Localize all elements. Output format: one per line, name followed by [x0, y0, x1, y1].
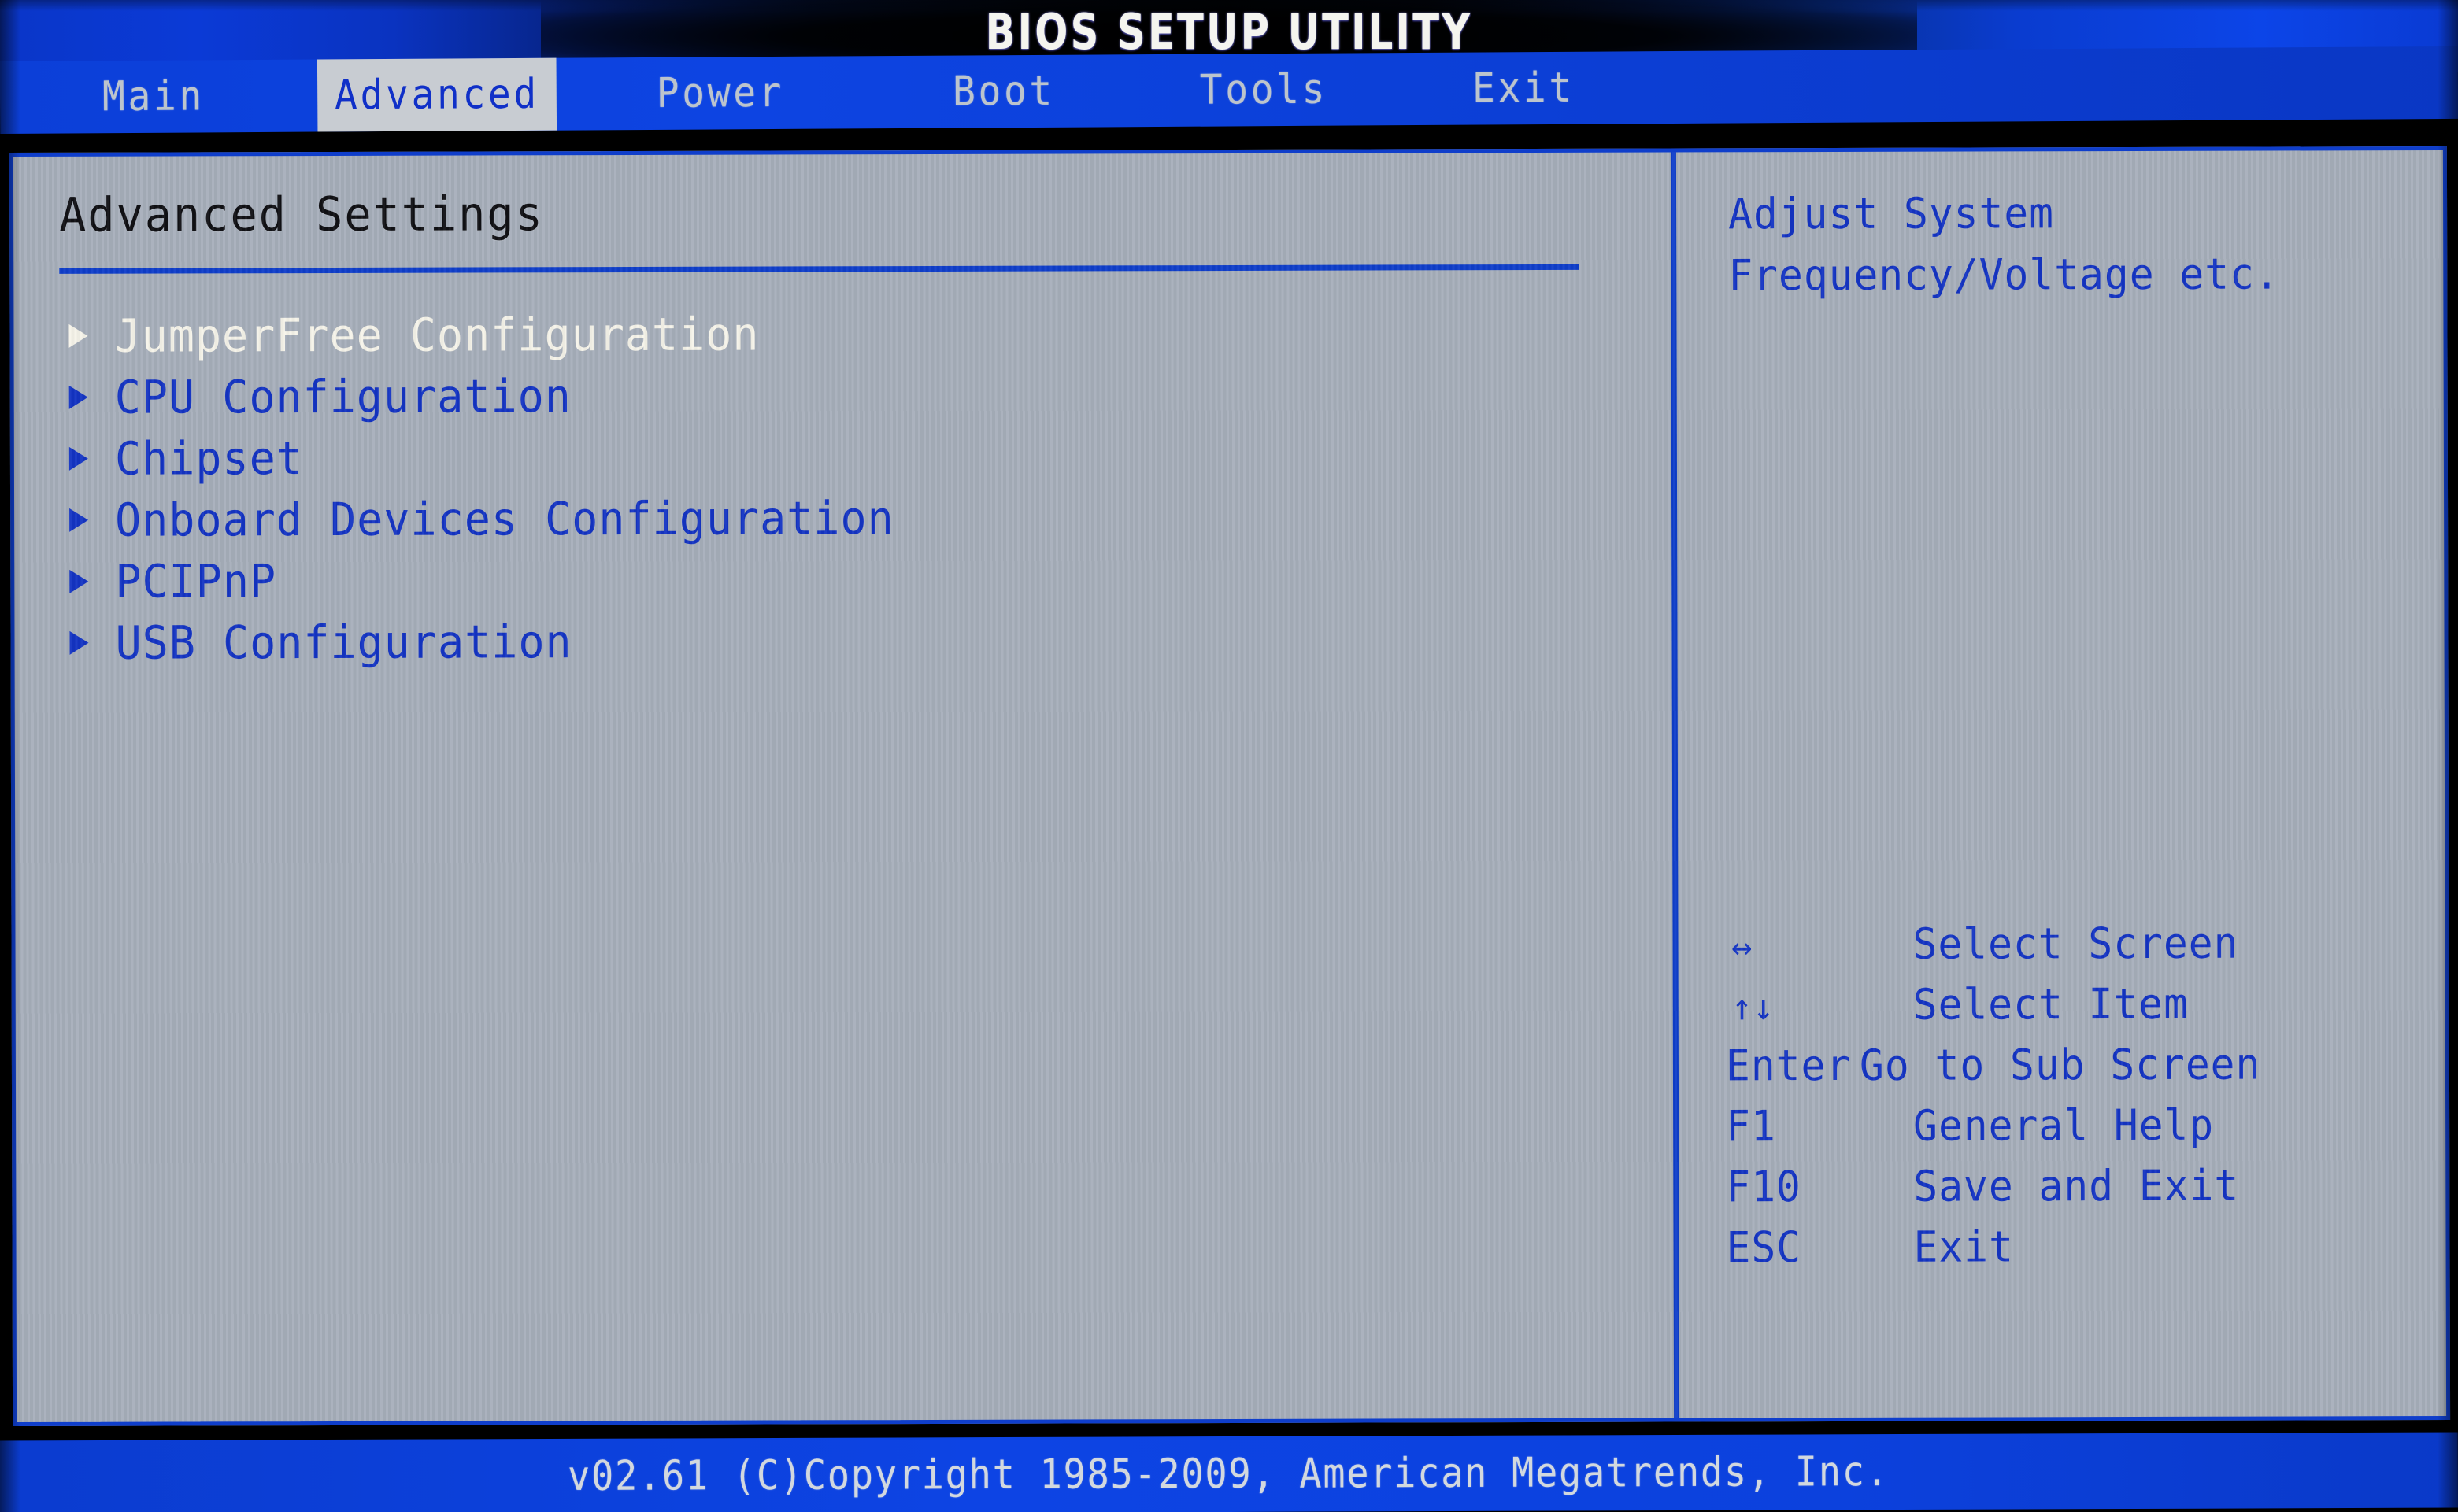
settings-column: Advanced Settings JumperFree Configurati… [13, 153, 1674, 1423]
tab-boot[interactable]: Boot [884, 54, 1123, 128]
key-legend-label: Select Item [1912, 978, 2190, 1030]
key-legend-row-select-screen: ↔ Select Screen [1725, 918, 2449, 980]
left-right-arrow-icon: ↔ [1731, 925, 1753, 968]
menu-item-usb-configuration[interactable]: USB Configuration [60, 608, 1671, 674]
key-legend-label: Save and Exit [1913, 1160, 2240, 1211]
menu-item-label: CPU Configuration [114, 369, 572, 424]
key-legend: ↔ Select Screen ↑↓ Select Item Enter Go … [1725, 918, 2450, 1283]
key-legend-label: Select Screen [1912, 918, 2239, 969]
content-panel: Advanced Settings JumperFree Configurati… [9, 146, 2451, 1427]
key-legend-row-f1: F1 General Help [1726, 1100, 2450, 1162]
menu-item-onboard-devices-configuration[interactable]: Onboard Devices Configuration [60, 486, 1671, 551]
section-title: Advanced Settings [59, 187, 544, 243]
menu-item-label: Onboard Devices Configuration [115, 491, 894, 547]
key-name-enter: Enter [1725, 1040, 1852, 1091]
key-legend-row-f10: F10 Save and Exit [1726, 1160, 2450, 1222]
key-legend-row-select-item: ↑↓ Select Item [1726, 978, 2450, 1041]
key-name-f10: F10 [1726, 1162, 1801, 1212]
help-text-line-1: Adjust System [1728, 188, 2055, 239]
menu-item-label: Chipset [114, 431, 303, 486]
submenu-arrow-icon [68, 323, 88, 348]
copyright-text: v02.61 (C)Copyright 1985-2009, American … [568, 1448, 1890, 1500]
page-title: BIOS SETUP UTILITY [985, 3, 1473, 61]
section-divider-rule [59, 264, 1579, 274]
up-down-arrow-icon: ↑↓ [1731, 985, 1775, 1029]
bios-setup-screen: BIOS SETUP UTILITY Main Advanced Power B… [0, 0, 2458, 1512]
tab-advanced[interactable]: Advanced [317, 57, 557, 132]
menu-item-label: USB Configuration [115, 615, 572, 670]
menu-item-chipset[interactable]: Chipset [60, 424, 1671, 490]
submenu-arrow-icon [69, 569, 89, 593]
help-text-line-2: Frequency/Voltage etc. [1728, 249, 2280, 301]
menu-item-jumperfree-configuration[interactable]: JumperFree Configuration [59, 301, 1671, 367]
tab-exit[interactable]: Exit [1404, 51, 1643, 125]
menu-item-label: JumperFree Configuration [114, 307, 760, 363]
key-legend-row-enter: Enter Go to Sub Screen [1726, 1039, 2450, 1101]
footer-bar: v02.61 (C)Copyright 1985-2009, American … [0, 1432, 2458, 1512]
key-legend-label: General Help [1913, 1100, 2215, 1151]
key-name-f1: F1 [1726, 1101, 1776, 1152]
settings-menu-list: JumperFree Configuration CPU Configurati… [59, 301, 1671, 674]
tab-main[interactable]: Main [12, 60, 294, 134]
key-legend-label: Go to Sub Screen [1859, 1039, 2261, 1090]
menu-item-cpu-configuration[interactable]: CPU Configuration [60, 363, 1671, 428]
key-legend-label: Exit [1913, 1222, 2014, 1272]
submenu-arrow-icon [69, 508, 89, 532]
menu-item-pcipnp[interactable]: PCIPnP [60, 547, 1671, 612]
submenu-arrow-icon [69, 630, 89, 655]
key-legend-row-esc: ESC Exit [1726, 1221, 2450, 1283]
key-name-esc: ESC [1726, 1222, 1802, 1273]
menu-item-label: PCIPnP [115, 554, 277, 608]
tab-power[interactable]: Power [579, 56, 861, 130]
submenu-arrow-icon [68, 446, 88, 471]
tab-tools[interactable]: Tools [1144, 53, 1383, 127]
submenu-arrow-icon [68, 385, 88, 409]
help-column: Adjust System Frequency/Voltage etc. ↔ S… [1676, 150, 2454, 1418]
